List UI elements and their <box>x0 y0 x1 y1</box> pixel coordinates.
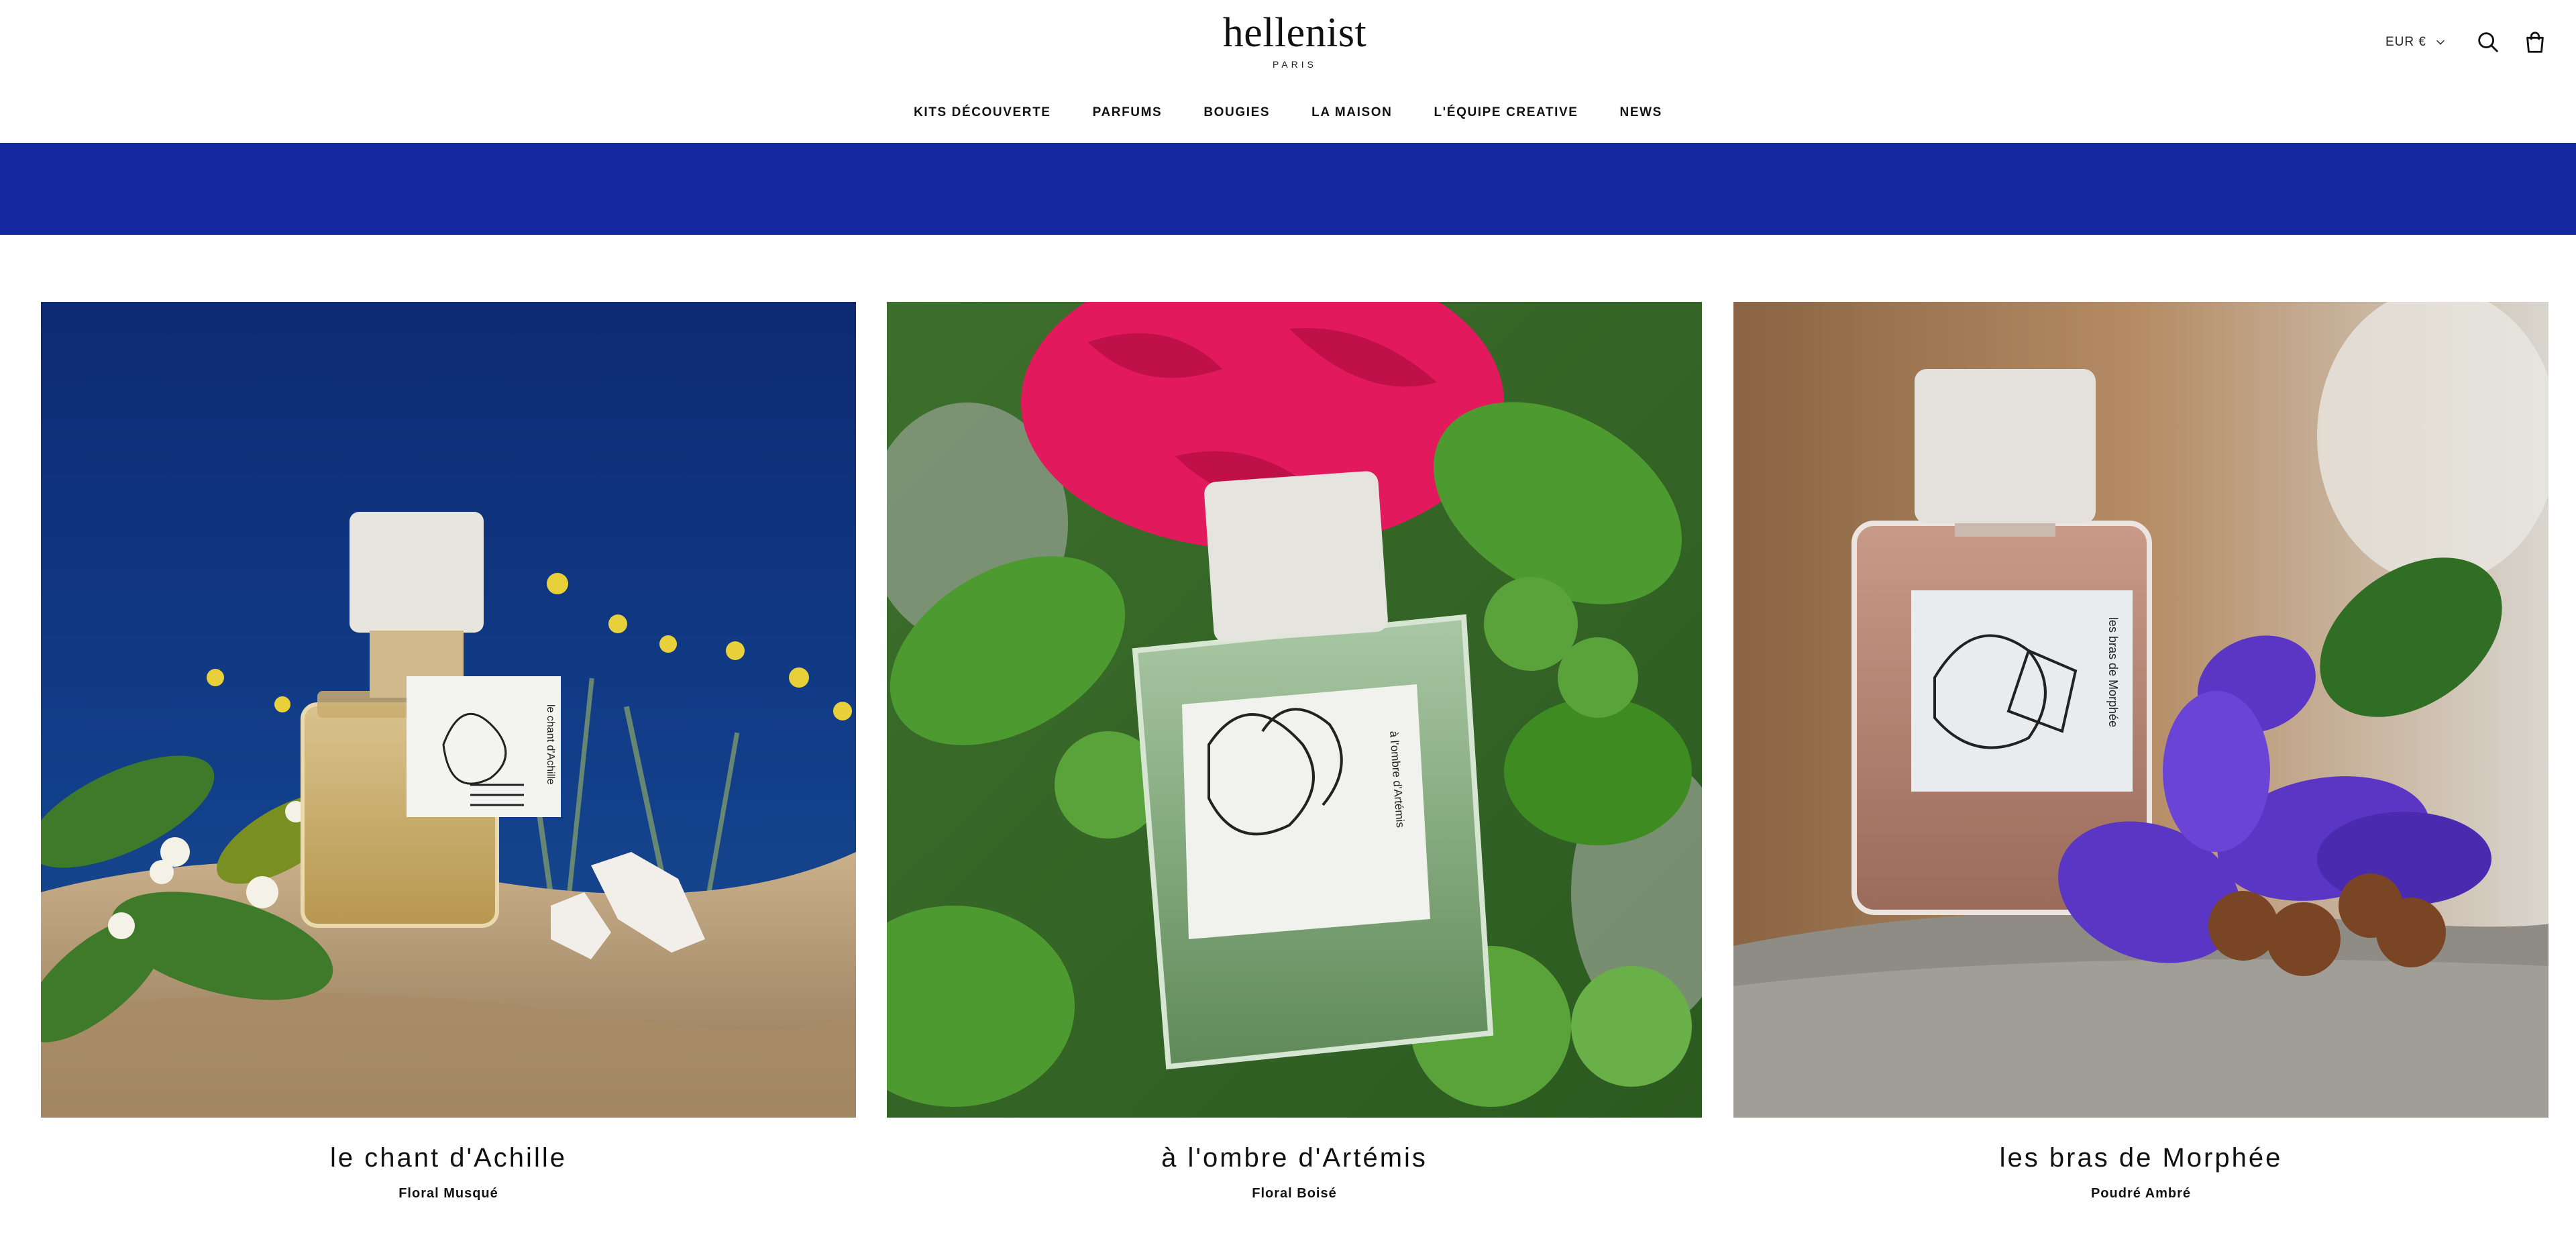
product-name[interactable]: le chant d'Achille <box>41 1142 856 1174</box>
logo-subtitle: PARIS <box>1273 59 1317 70</box>
promo-banner <box>0 143 2576 235</box>
product-photo: à l'ombre d'Artémis <box>887 302 1702 1118</box>
product-name[interactable]: les bras de Morphée <box>1733 1142 2548 1174</box>
main-nav: KITS DÉCOUVERTE PARFUMS BOUGIES LA MAISO… <box>0 101 2576 125</box>
product-card-achille[interactable]: le chant d'Achille le chant d'Achille Fl… <box>41 302 856 1202</box>
product-family: Floral Boisé <box>1252 1186 1337 1201</box>
product-image-artemis[interactable]: à l'ombre d'Artémis <box>887 302 1702 1118</box>
currency-label: EUR € <box>2385 35 2426 49</box>
bottle-label-text-morphee: les bras de Morphée <box>2106 617 2120 727</box>
product-family: Floral Musqué <box>398 1186 498 1201</box>
nav-item-equipe-creative[interactable]: L'ÉQUIPE CREATIVE <box>1413 101 1599 125</box>
search-button[interactable] <box>2473 27 2504 58</box>
bottle-label-text-achille: le chant d'Achille <box>545 704 556 785</box>
product-name[interactable]: à l'ombre d'Artémis <box>887 1142 1702 1174</box>
nav-item-parfums[interactable]: PARFUMS <box>1072 101 1183 125</box>
nav-item-bougies[interactable]: BOUGIES <box>1183 101 1291 125</box>
nav-item-news[interactable]: NEWS <box>1599 101 1683 125</box>
product-card-artemis[interactable]: à l'ombre d'Artémis à l'ombre d'Artémis … <box>887 302 1702 1202</box>
logo-wordmark: hellenist <box>1222 10 1367 56</box>
product-photo: le chant d'Achille <box>41 302 856 1118</box>
product-family: Poudré Ambré <box>2090 1186 2192 1201</box>
cart-button[interactable] <box>2520 27 2551 58</box>
brand-logo[interactable]: hellenist PARIS <box>1187 11 1402 70</box>
product-card-morphee[interactable]: les bras de Morphée les bras de Morphée … <box>1733 302 2548 1202</box>
product-image-morphee[interactable]: les bras de Morphée <box>1733 302 2548 1118</box>
site-header: hellenist PARIS EUR € KITS DÉCOUVERTE PA… <box>0 0 2576 143</box>
bag-icon <box>2526 32 2544 53</box>
nav-item-la-maison[interactable]: LA MAISON <box>1291 101 1413 125</box>
product-photo: les bras de Morphée <box>1733 302 2548 1118</box>
currency-selector[interactable]: EUR € <box>2385 32 2447 52</box>
product-image-achille[interactable]: le chant d'Achille <box>41 302 856 1118</box>
nav-item-kits-decouverte[interactable]: KITS DÉCOUVERTE <box>893 101 1072 125</box>
search-icon <box>2478 32 2498 52</box>
chevron-down-icon <box>2436 40 2445 45</box>
